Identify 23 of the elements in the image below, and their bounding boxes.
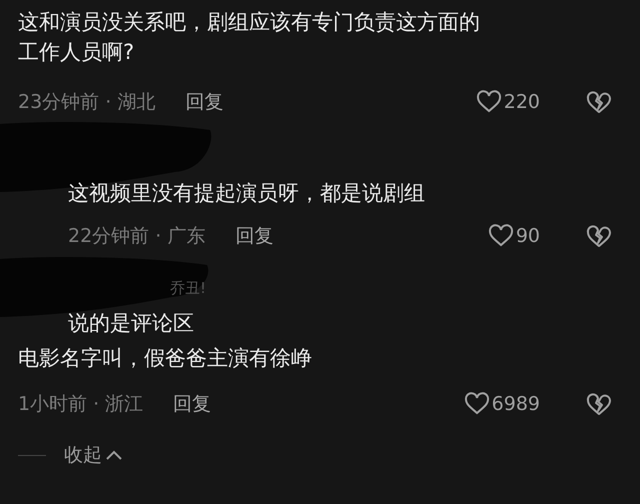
like-count: 6989 bbox=[492, 392, 540, 417]
like-count: 220 bbox=[504, 90, 540, 115]
heart-icon[interactable] bbox=[488, 224, 514, 248]
comment-text: 电影名字叫，假爸爸主演有徐峥 bbox=[18, 345, 313, 372]
caret-icon bbox=[105, 449, 123, 461]
reply-button[interactable]: 回复 bbox=[173, 390, 212, 418]
broken-heart-icon[interactable] bbox=[586, 90, 612, 115]
comment-text: 这和演员没关系吧，剧组应该有专门负责这方面的 bbox=[18, 9, 481, 36]
collapse-button[interactable]: 收起 bbox=[64, 440, 123, 470]
comment-time: 22分钟前 · 广东 bbox=[68, 224, 206, 249]
heart-icon[interactable] bbox=[464, 392, 490, 416]
comment-time: 1小时前 · 浙江 bbox=[18, 392, 144, 417]
broken-heart-icon[interactable] bbox=[586, 224, 612, 249]
reply-button[interactable]: 回复 bbox=[235, 222, 274, 250]
comment-text: 工作人员啊? bbox=[18, 39, 136, 66]
like-count: 90 bbox=[516, 224, 540, 249]
heart-icon[interactable] bbox=[476, 90, 502, 114]
author-name: 乔丑! bbox=[170, 278, 206, 299]
broken-heart-icon[interactable] bbox=[586, 392, 612, 417]
comment-text: 这视频里没有提起演员呀，都是说剧组 bbox=[68, 180, 426, 207]
reply-button[interactable]: 回复 bbox=[185, 88, 224, 116]
comment-time: 23分钟前 · 湖北 bbox=[18, 90, 156, 115]
comment-text: 说的是评论区 bbox=[68, 310, 195, 337]
